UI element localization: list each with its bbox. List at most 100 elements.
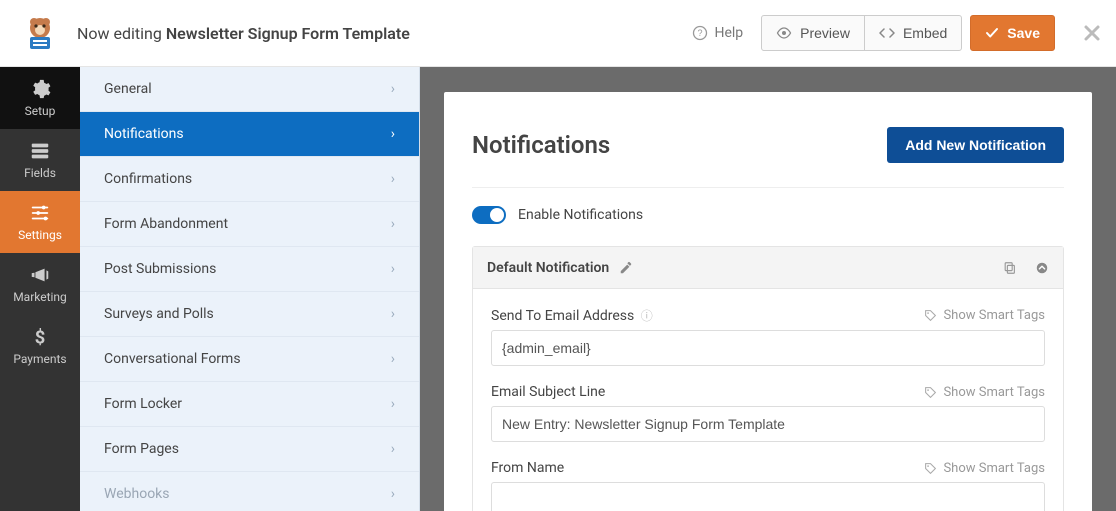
svg-text:?: ? bbox=[698, 28, 703, 38]
rail-item-setup[interactable]: Setup bbox=[0, 67, 80, 129]
pencil-icon[interactable] bbox=[619, 261, 633, 275]
save-button[interactable]: Save bbox=[970, 15, 1055, 51]
subject-input[interactable] bbox=[491, 406, 1045, 442]
preview-embed-group: Preview Embed bbox=[761, 15, 962, 51]
rail-item-fields[interactable]: Fields bbox=[0, 129, 80, 191]
settings-subnav: General › Notifications › Confirmations … bbox=[80, 67, 420, 511]
sliders-icon bbox=[29, 202, 51, 224]
add-new-notification-button[interactable]: Add New Notification bbox=[887, 127, 1064, 163]
help-icon: ? bbox=[692, 25, 708, 41]
smart-tags-label: Show Smart Tags bbox=[943, 461, 1045, 476]
subnav-item-post-submissions[interactable]: Post Submissions › bbox=[80, 247, 419, 292]
content-area: Notifications Add New Notification Enabl… bbox=[420, 67, 1116, 511]
code-icon bbox=[879, 25, 895, 41]
default-notification-panel: Default Notification bbox=[472, 246, 1064, 511]
smart-tags-label: Show Smart Tags bbox=[943, 385, 1045, 400]
help-label: Help bbox=[714, 25, 743, 41]
enable-notifications-label: Enable Notifications bbox=[518, 207, 643, 223]
top-bar: Now editing Newsletter Signup Form Templ… bbox=[0, 0, 1116, 67]
content-card: Notifications Add New Notification Enabl… bbox=[444, 92, 1092, 511]
subnav-item-surveys-and-polls[interactable]: Surveys and Polls › bbox=[80, 292, 419, 337]
app-logo bbox=[15, 13, 65, 53]
send-to-row: Send To Email Address ⓘ Show Smart Tags bbox=[491, 307, 1045, 366]
from-name-row: From Name Show Smart Tags bbox=[491, 460, 1045, 511]
list-icon bbox=[29, 140, 51, 162]
subnav-item-conversational-forms[interactable]: Conversational Forms › bbox=[80, 337, 419, 382]
subnav-label: Notifications bbox=[104, 126, 184, 142]
chevron-right-icon: › bbox=[391, 126, 395, 142]
subnav-item-form-pages[interactable]: Form Pages › bbox=[80, 427, 419, 472]
help-tooltip-icon[interactable]: ⓘ bbox=[638, 309, 653, 323]
preview-label: Preview bbox=[800, 25, 850, 41]
chevron-right-icon: › bbox=[391, 396, 395, 412]
rail-label: Marketing bbox=[13, 290, 67, 304]
page-title: Now editing Newsletter Signup Form Templ… bbox=[65, 24, 410, 43]
subnav-label: Confirmations bbox=[104, 171, 192, 187]
rail-item-payments[interactable]: $ Payments bbox=[0, 315, 80, 377]
panel-header: Default Notification bbox=[473, 247, 1063, 289]
subnav-label: Form Abandonment bbox=[104, 216, 228, 232]
subnav-item-form-abandonment[interactable]: Form Abandonment › bbox=[80, 202, 419, 247]
rail-label: Payments bbox=[13, 352, 66, 366]
subnav-label: Post Submissions bbox=[104, 261, 216, 277]
embed-label: Embed bbox=[903, 25, 947, 41]
copy-icon[interactable] bbox=[1003, 261, 1017, 275]
tag-icon bbox=[924, 309, 937, 322]
smart-tags-label: Show Smart Tags bbox=[943, 308, 1045, 323]
rail-item-settings[interactable]: Settings bbox=[0, 191, 80, 253]
tag-icon bbox=[924, 386, 937, 399]
top-actions: ? Help Preview Embed bbox=[682, 15, 1101, 51]
subnav-item-general[interactable]: General › bbox=[80, 67, 419, 112]
show-smart-tags-link[interactable]: Show Smart Tags bbox=[924, 308, 1045, 323]
subnav-item-webhooks[interactable]: Webhooks › bbox=[80, 472, 419, 511]
subnav-label: General bbox=[104, 81, 152, 97]
dollar-icon: $ bbox=[29, 326, 51, 348]
from-name-input[interactable] bbox=[491, 482, 1045, 511]
rail-label: Setup bbox=[25, 104, 56, 118]
subnav-label: Conversational Forms bbox=[104, 351, 241, 367]
collapse-icon[interactable] bbox=[1035, 261, 1049, 275]
subnav-item-form-locker[interactable]: Form Locker › bbox=[80, 382, 419, 427]
subnav-label: Form Locker bbox=[104, 396, 182, 412]
enable-notifications-row: Enable Notifications bbox=[472, 206, 1064, 224]
subject-label: Email Subject Line bbox=[491, 384, 605, 400]
subnav-label: Webhooks bbox=[104, 486, 170, 502]
subnav-item-notifications[interactable]: Notifications › bbox=[80, 112, 419, 157]
chevron-right-icon: › bbox=[391, 81, 395, 97]
embed-button[interactable]: Embed bbox=[864, 15, 962, 51]
send-to-label: Send To Email Address bbox=[491, 308, 634, 324]
tag-icon bbox=[924, 462, 937, 475]
help-link[interactable]: ? Help bbox=[682, 25, 753, 41]
rail-label: Fields bbox=[24, 166, 56, 180]
chevron-right-icon: › bbox=[391, 486, 395, 502]
chevron-right-icon: › bbox=[391, 351, 395, 367]
rail-item-marketing[interactable]: Marketing bbox=[0, 253, 80, 315]
chevron-right-icon: › bbox=[391, 441, 395, 457]
eye-icon bbox=[776, 25, 792, 41]
close-icon bbox=[1083, 24, 1101, 42]
show-smart-tags-link[interactable]: Show Smart Tags bbox=[924, 385, 1045, 400]
panel-body: Send To Email Address ⓘ Show Smart Tags bbox=[473, 289, 1063, 511]
bullhorn-icon bbox=[29, 264, 51, 286]
gear-icon bbox=[29, 78, 51, 100]
check-icon bbox=[985, 26, 999, 40]
now-editing-prefix: Now editing bbox=[77, 24, 166, 43]
enable-notifications-toggle[interactable] bbox=[472, 206, 506, 224]
chevron-right-icon: › bbox=[391, 261, 395, 277]
subnav-label: Form Pages bbox=[104, 441, 179, 457]
send-to-input[interactable] bbox=[491, 330, 1045, 366]
save-label: Save bbox=[1007, 25, 1040, 41]
chevron-right-icon: › bbox=[391, 216, 395, 232]
panel-title: Default Notification bbox=[487, 260, 609, 276]
rail-label: Settings bbox=[18, 228, 62, 242]
svg-text:$: $ bbox=[35, 327, 46, 348]
form-name: Newsletter Signup Form Template bbox=[166, 24, 410, 43]
chevron-right-icon: › bbox=[391, 306, 395, 322]
preview-button[interactable]: Preview bbox=[761, 15, 865, 51]
subnav-item-confirmations[interactable]: Confirmations › bbox=[80, 157, 419, 202]
bear-logo-icon bbox=[20, 13, 60, 53]
content-header: Notifications Add New Notification bbox=[472, 127, 1064, 188]
icon-rail: Setup Fields Settings Marketing $ Paymen… bbox=[0, 67, 80, 511]
show-smart-tags-link[interactable]: Show Smart Tags bbox=[924, 461, 1045, 476]
close-button[interactable] bbox=[1083, 24, 1101, 42]
